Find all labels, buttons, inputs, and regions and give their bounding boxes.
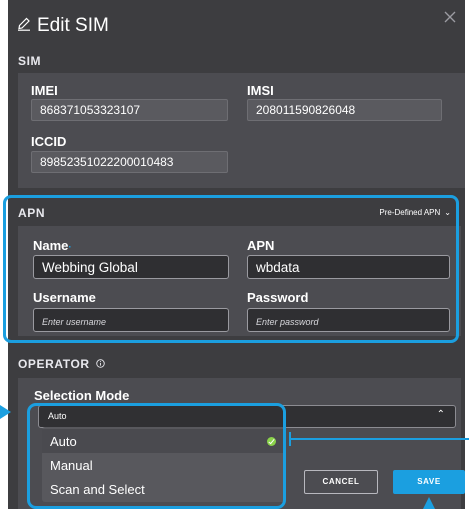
iccid-field: 89852351022200010483 [31,151,228,173]
iccid-label: ICCID [31,134,67,149]
selection-mode-label: Selection Mode [34,388,130,403]
cancel-button[interactable]: CANCEL [304,470,378,494]
pencil-icon [18,17,30,31]
imei-label: IMEI [31,83,58,98]
sim-section-label: SIM [18,54,42,68]
imsi-field: 208011590826048 [247,99,442,121]
info-icon[interactable] [95,359,105,368]
pointer-arrow-up [423,497,435,509]
pointer-arrow-left [0,405,11,419]
dialog-header: Edit SIM [8,0,465,46]
close-icon[interactable] [443,10,457,24]
apn-highlight-frame [3,195,459,343]
callout-line [290,438,469,440]
callout-tick [289,432,291,446]
dropdown-highlight-frame [27,403,286,509]
imsi-label: IMSI [247,83,274,98]
dialog-title: Edit SIM [37,15,109,36]
chevron-up-icon: ⌃ [436,409,445,420]
operator-section-label: OPERATOR [18,357,105,371]
imei-field: 868371053323107 [31,99,228,121]
sim-panel: IMEI 868371053323107 IMSI 20801159082604… [18,73,465,188]
save-button[interactable]: SAVE [393,470,465,494]
